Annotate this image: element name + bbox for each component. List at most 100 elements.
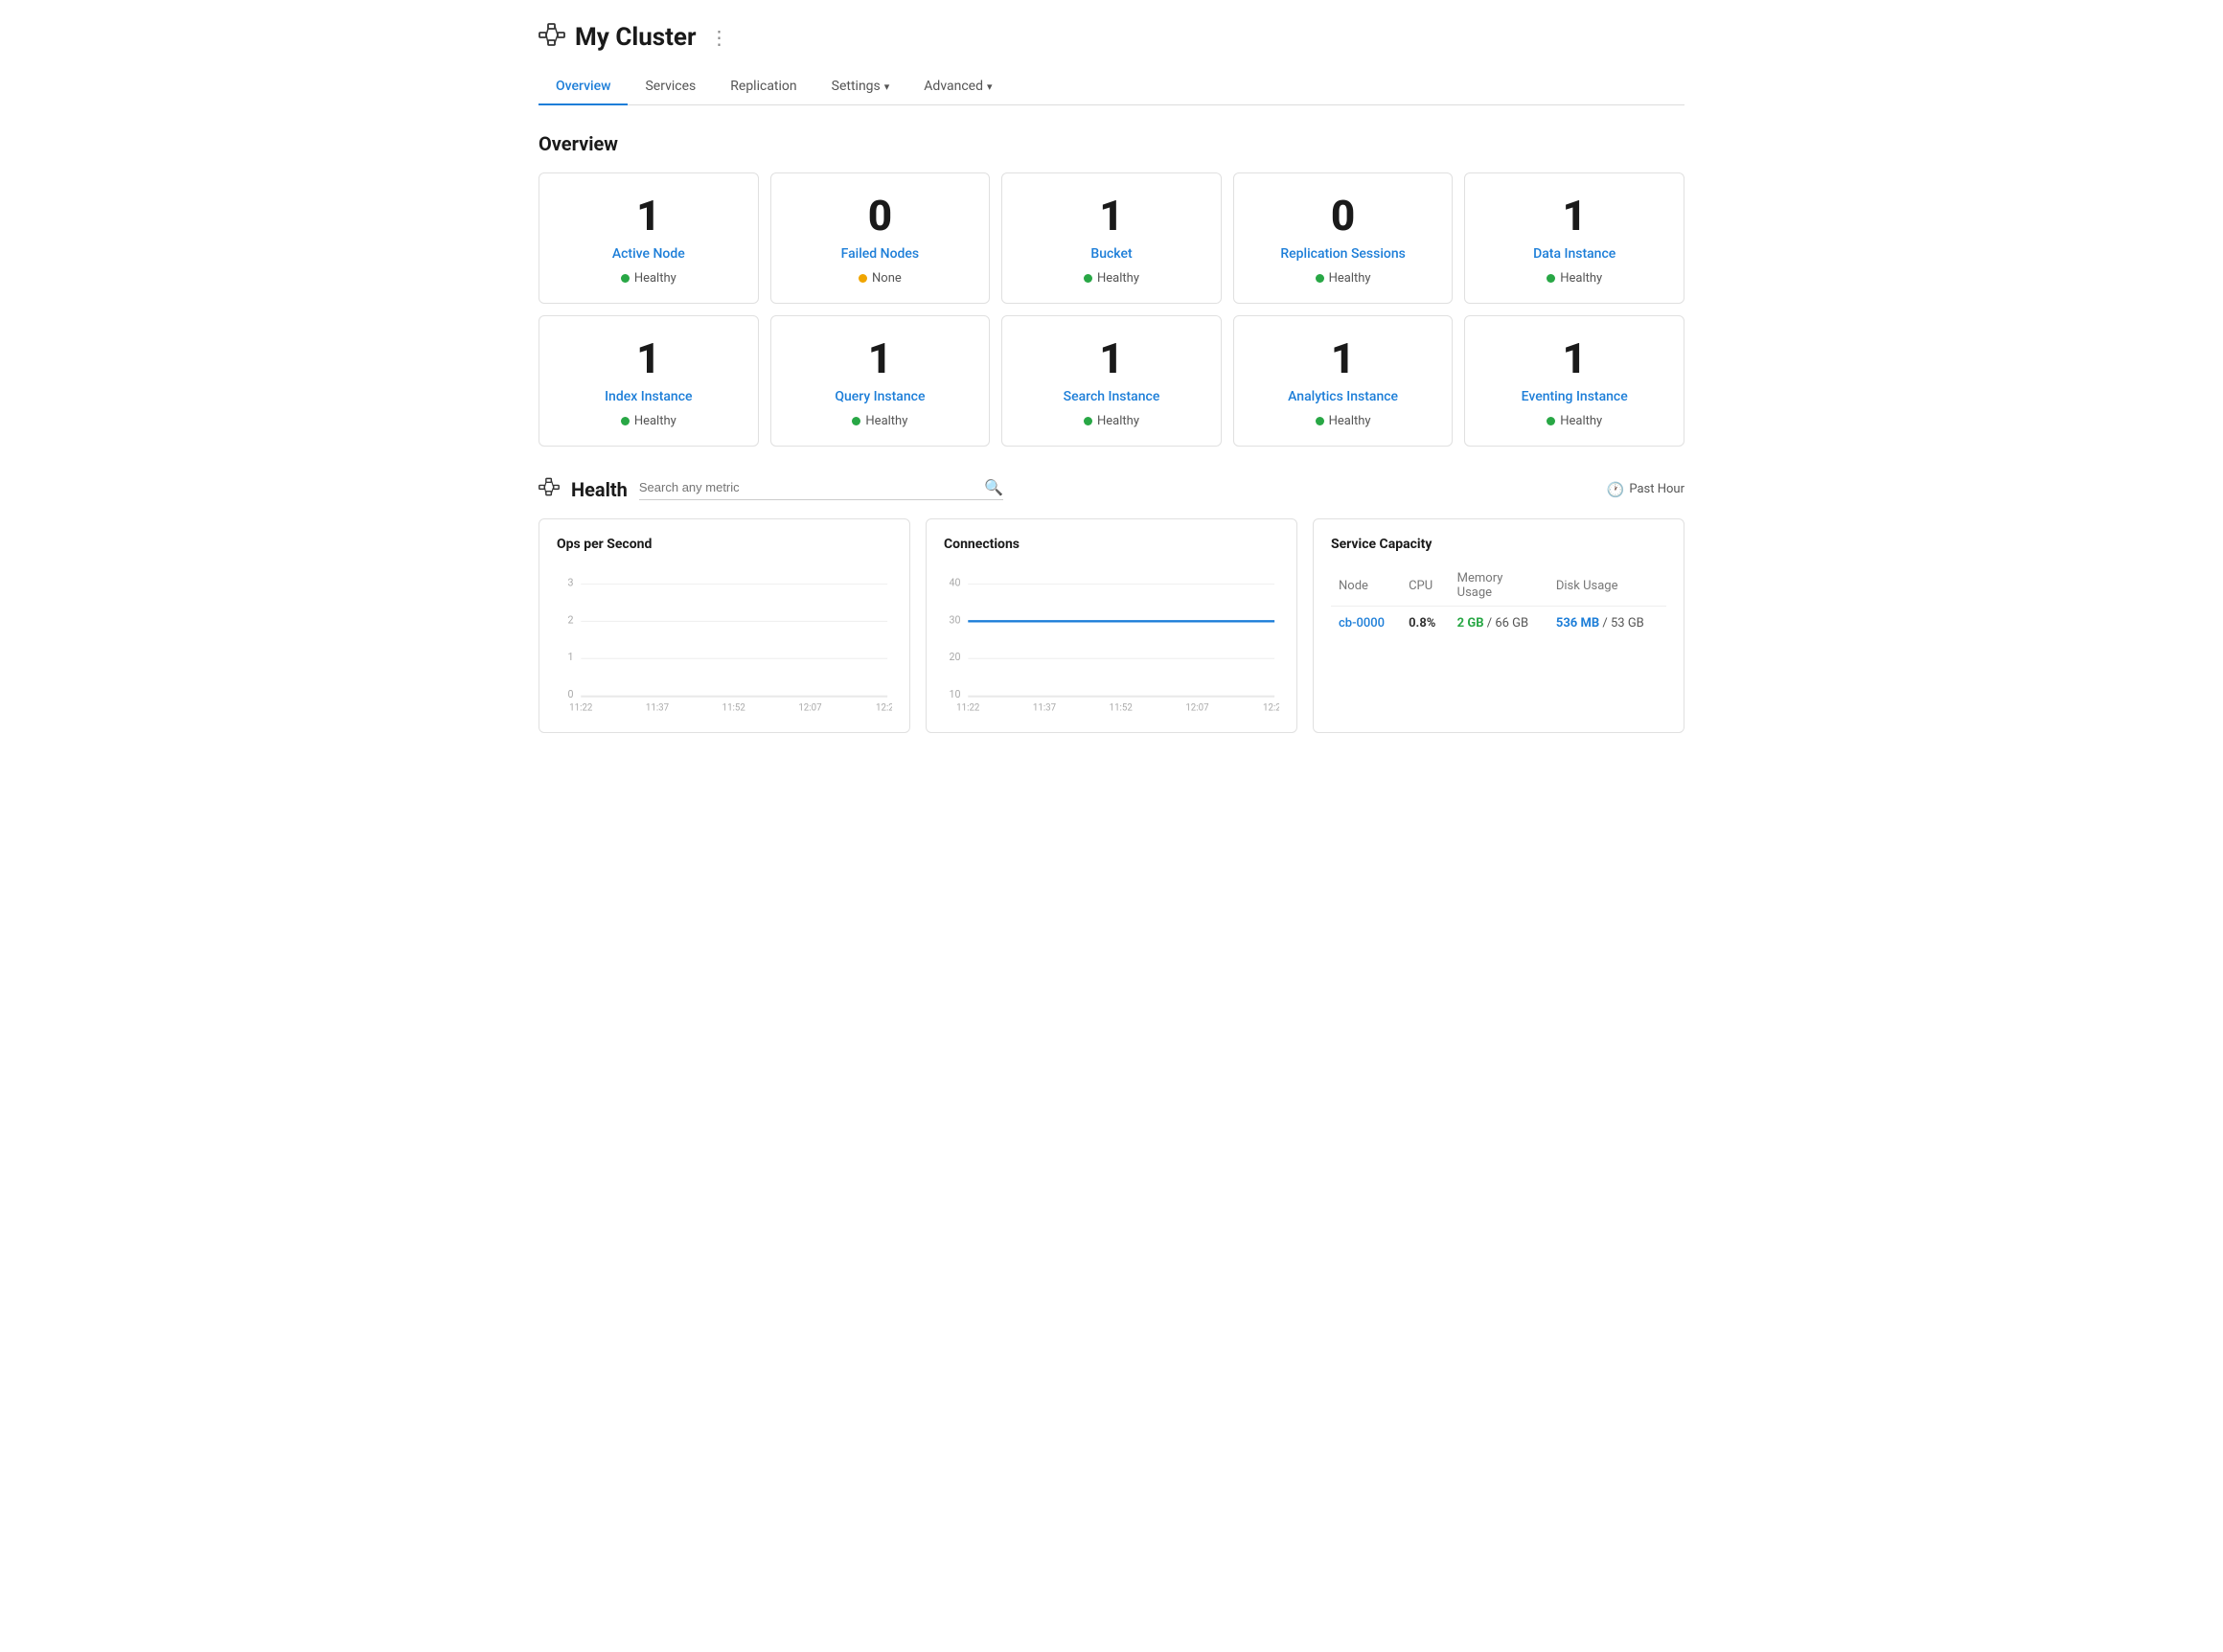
health-search-wrap: 🔍	[639, 478, 1003, 500]
stat-label-search-instance[interactable]: Search Instance	[1018, 389, 1205, 404]
chart-service-capacity: Service Capacity Node CPU MemoryUsage Di…	[1313, 518, 1684, 733]
svg-text:40: 40	[949, 576, 960, 588]
disk-sep: /	[1599, 616, 1611, 631]
stat-card-data-instance: 1 Data Instance Healthy	[1464, 172, 1684, 304]
stat-card-search-instance: 1 Search Instance Healthy	[1001, 315, 1222, 447]
chart-title-ops: Ops per Second	[557, 537, 892, 552]
stat-label-analytics-instance[interactable]: Analytics Instance	[1249, 389, 1437, 404]
tab-overview[interactable]: Overview	[539, 69, 628, 105]
stat-status-index-instance: Healthy	[555, 414, 743, 428]
charts-grid: Ops per Second 3 2 1 0 11:22 11:	[539, 518, 1684, 733]
stat-card-failed-nodes: 0 Failed Nodes None	[770, 172, 991, 304]
stat-number-bucket: 1	[1018, 195, 1205, 237]
svg-text:20: 20	[949, 651, 960, 663]
stat-label-active-node[interactable]: Active Node	[555, 246, 743, 262]
page-header: My Cluster ⋮	[539, 23, 1684, 52]
cpu-value: 0.8%	[1409, 616, 1435, 631]
stat-status-active-node: Healthy	[555, 271, 743, 286]
search-icon: 🔍	[984, 478, 1003, 496]
svg-text:0: 0	[567, 688, 573, 700]
tab-replication[interactable]: Replication	[713, 69, 814, 105]
stat-card-query-instance: 1 Query Instance Healthy	[770, 315, 991, 447]
stat-number-analytics-instance: 1	[1249, 337, 1437, 379]
svg-text:11:22: 11:22	[956, 703, 980, 714]
disk-total: 53 GB	[1611, 616, 1644, 631]
memory-used: 2 GB	[1457, 616, 1484, 631]
stat-number-eventing-instance: 1	[1480, 337, 1668, 379]
stats-grid-row2: 1 Index Instance Healthy 1 Query Instanc…	[539, 315, 1684, 447]
col-disk: Disk Usage	[1548, 565, 1666, 607]
memory-total: 66 GB	[1495, 616, 1528, 631]
health-cluster-icon	[539, 477, 560, 501]
svg-text:10: 10	[949, 688, 960, 700]
dot-green-replication	[1316, 274, 1324, 283]
stat-number-query-instance: 1	[787, 337, 974, 379]
dot-green-search-instance	[1084, 417, 1092, 425]
svg-text:12:22: 12:22	[876, 703, 892, 714]
stat-status-replication: Healthy	[1249, 271, 1437, 286]
svg-text:2: 2	[567, 613, 573, 626]
stat-status-search-instance: Healthy	[1018, 414, 1205, 428]
stat-label-failed-nodes[interactable]: Failed Nodes	[787, 246, 974, 262]
chart-title-capacity: Service Capacity	[1331, 537, 1666, 552]
svg-text:12:22: 12:22	[1263, 703, 1279, 714]
svg-text:1: 1	[567, 651, 573, 663]
stat-status-eventing-instance: Healthy	[1480, 414, 1668, 428]
dot-green-analytics-instance	[1316, 417, 1324, 425]
dot-green-data-instance	[1547, 274, 1555, 283]
stat-number-index-instance: 1	[555, 337, 743, 379]
stat-number-replication: 0	[1249, 195, 1437, 237]
capacity-table: Node CPU MemoryUsage Disk Usage cb-0000	[1331, 565, 1666, 640]
stat-status-data-instance: Healthy	[1480, 271, 1668, 286]
tab-advanced[interactable]: Advanced ▾	[906, 69, 1009, 105]
svg-text:11:37: 11:37	[1033, 703, 1057, 714]
svg-text:12:07: 12:07	[1185, 703, 1209, 714]
stat-card-eventing-instance: 1 Eventing Instance Healthy	[1464, 315, 1684, 447]
stat-label-eventing-instance[interactable]: Eventing Instance	[1480, 389, 1668, 404]
past-hour-button[interactable]: 🕐 Past Hour	[1607, 481, 1684, 498]
ops-chart-svg: 3 2 1 0 11:22 11:37 11:52 12:07	[557, 565, 892, 715]
page-title: My Cluster	[575, 23, 696, 52]
svg-text:11:22: 11:22	[569, 703, 593, 714]
chart-title-connections: Connections	[944, 537, 1279, 552]
advanced-chevron-icon: ▾	[987, 80, 993, 93]
capacity-row: cb-0000 0.8% 2 GB / 66 GB 536 MB / 53 GB	[1331, 607, 1666, 641]
health-search-input[interactable]	[639, 480, 978, 494]
svg-text:3: 3	[567, 576, 573, 588]
stat-label-replication[interactable]: Replication Sessions	[1249, 246, 1437, 262]
more-icon[interactable]: ⋮	[709, 26, 728, 49]
stat-label-bucket[interactable]: Bucket	[1018, 246, 1205, 262]
stat-label-data-instance[interactable]: Data Instance	[1480, 246, 1668, 262]
disk-used: 536 MB	[1556, 616, 1599, 631]
node-name-link[interactable]: cb-0000	[1339, 616, 1385, 631]
chart-ops-per-second: Ops per Second 3 2 1 0 11:22 11:	[539, 518, 910, 733]
stat-number-search-instance: 1	[1018, 337, 1205, 379]
health-title: Health	[571, 478, 628, 501]
svg-text:11:37: 11:37	[646, 703, 670, 714]
col-node: Node	[1331, 565, 1401, 607]
stat-status-bucket: Healthy	[1018, 271, 1205, 286]
col-memory: MemoryUsage	[1450, 565, 1548, 607]
clock-icon: 🕐	[1607, 481, 1625, 498]
stat-label-query-instance[interactable]: Query Instance	[787, 389, 974, 404]
svg-text:30: 30	[949, 613, 960, 626]
health-section: Health 🔍 🕐 Past Hour Ops per Second 3 2 …	[539, 477, 1684, 733]
connections-chart-svg: 40 30 20 10 11:22 11:37 11:52	[944, 565, 1279, 715]
dot-green-query-instance	[852, 417, 860, 425]
settings-chevron-icon: ▾	[884, 80, 890, 93]
stat-status-query-instance: Healthy	[787, 414, 974, 428]
svg-text:12:07: 12:07	[798, 703, 822, 714]
health-header: Health 🔍 🕐 Past Hour	[539, 477, 1684, 501]
stat-status-failed-nodes: None	[787, 271, 974, 286]
stats-grid-row1: 1 Active Node Healthy 0 Failed Nodes Non…	[539, 172, 1684, 304]
stat-card-active-node: 1 Active Node Healthy	[539, 172, 759, 304]
stat-card-replication: 0 Replication Sessions Healthy	[1233, 172, 1454, 304]
dot-orange-failed-nodes	[859, 274, 867, 283]
stat-card-analytics-instance: 1 Analytics Instance Healthy	[1233, 315, 1454, 447]
nav-tabs: Overview Services Replication Settings ▾…	[539, 69, 1684, 105]
tab-settings[interactable]: Settings ▾	[814, 69, 907, 105]
page-container: My Cluster ⋮ Overview Services Replicati…	[508, 0, 1715, 756]
stat-label-index-instance[interactable]: Index Instance	[555, 389, 743, 404]
stat-number-failed-nodes: 0	[787, 195, 974, 237]
tab-services[interactable]: Services	[628, 69, 713, 105]
